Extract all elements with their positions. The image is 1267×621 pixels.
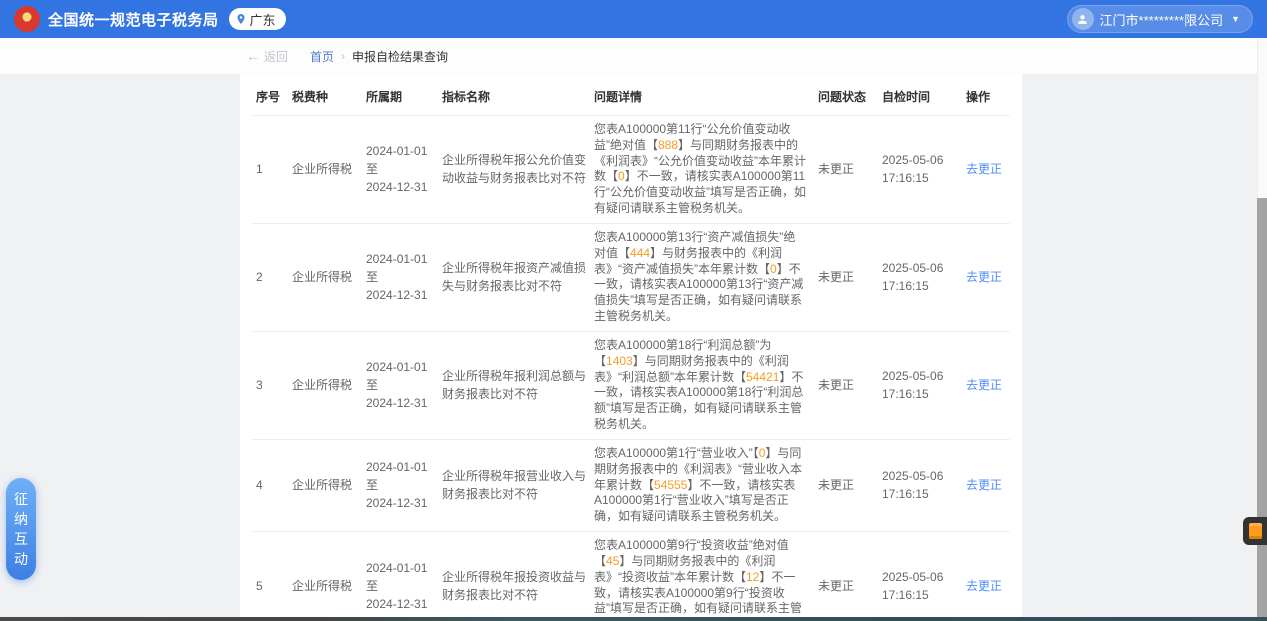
index-cell: 4 [252,439,288,531]
tax-type-cell: 企业所得税 [288,532,362,621]
column-header-6: 自检时间 [878,76,962,116]
go-correct-link[interactable]: 去更正 [966,162,1002,176]
check-time-cell: 2025-05-0617:16:15 [878,223,962,331]
column-header-0: 序号 [252,76,288,116]
results-card: 序号税费种所属期指标名称问题详情问题状态自检时间操作 1企业所得税2024-01… [240,74,1022,621]
index-cell: 2 [252,223,288,331]
breadcrumb-band: ← 返回 首页 › 申报自检结果查询 [0,38,1267,74]
interaction-floating-widget[interactable]: 征纳互动 [6,478,36,580]
index-cell: 3 [252,331,288,439]
top-header: ★ 全国统一规范电子税务局 广东 江门市*********限公司 ▼ [0,0,1267,38]
detail-cell: 您表A100000第18行“利润总额”为【1403】与同期财务报表中的《利润表》… [590,331,814,439]
app-title: 全国统一规范电子税务局 [48,9,219,30]
index-cell: 1 [252,116,288,224]
period-cell: 2024-01-01 至2024-12-31 [362,532,438,621]
detail-cell: 您表A100000第11行“公允价值变动收益”绝对值【888】与同期财务报表中的… [590,116,814,224]
column-header-1: 税费种 [288,76,362,116]
column-header-2: 所属期 [362,76,438,116]
period-cell: 2024-01-01 至2024-12-31 [362,223,438,331]
period-cell: 2024-01-01 至2024-12-31 [362,116,438,224]
region-label: 广东 [250,10,276,29]
assistant-robot-icon [1249,523,1262,539]
go-correct-link[interactable]: 去更正 [966,378,1002,392]
action-cell: 去更正 [962,116,1010,224]
period-cell: 2024-01-01 至2024-12-31 [362,439,438,531]
location-pin-icon [235,13,247,25]
breadcrumb: ← 返回 首页 › 申报自检结果查询 [0,38,1267,74]
table-row: 2企业所得税2024-01-01 至2024-12-31企业所得税年报资产减值损… [252,223,1010,331]
column-header-3: 指标名称 [438,76,590,116]
top-header-left: ★ 全国统一规范电子税务局 广东 [14,6,286,32]
detail-cell: 您表A100000第1行“营业收入”【0】与同期财务报表中的《利润表》“营业收入… [590,439,814,531]
indicator-cell: 企业所得税年报利润总额与财务报表比对不符 [438,331,590,439]
breadcrumb-home[interactable]: 首页 [310,48,334,65]
period-cell: 2024-01-01 至2024-12-31 [362,331,438,439]
go-correct-link[interactable]: 去更正 [966,478,1002,492]
status-cell: 未更正 [814,331,878,439]
results-table: 序号税费种所属期指标名称问题详情问题状态自检时间操作 1企业所得税2024-01… [252,76,1010,621]
footer-edge-strip [0,617,1267,621]
table-row: 5企业所得税2024-01-01 至2024-12-31企业所得税年报投资收益与… [252,532,1010,621]
action-cell: 去更正 [962,331,1010,439]
region-badge[interactable]: 广东 [229,8,286,30]
main-content: 序号税费种所属期指标名称问题详情问题状态自检时间操作 1企业所得税2024-01… [0,74,1267,621]
indicator-cell: 企业所得税年报投资收益与财务报表比对不符 [438,532,590,621]
tax-type-cell: 企业所得税 [288,331,362,439]
back-button[interactable]: ← 返回 [246,48,288,65]
table-body: 1企业所得税2024-01-01 至2024-12-31企业所得税年报公允价值变… [252,116,1010,621]
column-header-5: 问题状态 [814,76,878,116]
go-correct-link[interactable]: 去更正 [966,579,1002,593]
index-cell: 5 [252,532,288,621]
indicator-cell: 企业所得税年报资产减值损失与财务报表比对不符 [438,223,590,331]
status-cell: 未更正 [814,223,878,331]
column-header-4: 问题详情 [590,76,814,116]
table-row: 1企业所得税2024-01-01 至2024-12-31企业所得税年报公允价值变… [252,116,1010,224]
chevron-down-icon: ▼ [1231,14,1240,24]
detail-cell: 您表A100000第13行“资产减值损失”绝对值【444】与财务报表中的《利润表… [590,223,814,331]
table-row: 4企业所得税2024-01-01 至2024-12-31企业所得税年报营业收入与… [252,439,1010,531]
check-time-cell: 2025-05-0617:16:15 [878,439,962,531]
tax-emblem-logo: ★ [14,6,40,32]
check-time-cell: 2025-05-0617:16:15 [878,116,962,224]
user-avatar-icon [1072,8,1094,30]
column-header-7: 操作 [962,76,1010,116]
table-row: 3企业所得税2024-01-01 至2024-12-31企业所得税年报利润总额与… [252,331,1010,439]
tax-type-cell: 企业所得税 [288,439,362,531]
go-correct-link[interactable]: 去更正 [966,270,1002,284]
back-arrow-icon: ← [246,48,260,64]
check-time-cell: 2025-05-0617:16:15 [878,331,962,439]
status-cell: 未更正 [814,532,878,621]
user-company-name: 江门市*********限公司 [1100,10,1224,29]
scrollbar-thumb[interactable] [1257,198,1267,621]
action-cell: 去更正 [962,439,1010,531]
back-label: 返回 [264,48,288,65]
indicator-cell: 企业所得税年报公允价值变动收益与财务报表比对不符 [438,116,590,224]
status-cell: 未更正 [814,116,878,224]
breadcrumb-current: 申报自检结果查询 [352,48,448,65]
breadcrumb-separator: › [341,49,345,63]
tax-type-cell: 企业所得税 [288,116,362,224]
action-cell: 去更正 [962,223,1010,331]
action-cell: 去更正 [962,532,1010,621]
tax-type-cell: 企业所得税 [288,223,362,331]
status-cell: 未更正 [814,439,878,531]
table-header-row: 序号税费种所属期指标名称问题详情问题状态自检时间操作 [252,76,1010,116]
user-menu[interactable]: 江门市*********限公司 ▼ [1067,5,1253,33]
indicator-cell: 企业所得税年报营业收入与财务报表比对不符 [438,439,590,531]
detail-cell: 您表A100000第9行“投资收益”绝对值【45】与同期财务报表中的《利润表》“… [590,532,814,621]
assistant-button[interactable] [1243,517,1267,545]
check-time-cell: 2025-05-0617:16:15 [878,532,962,621]
